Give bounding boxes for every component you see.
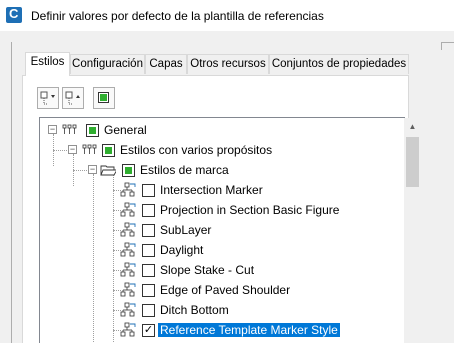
scroll-up-arrow-icon[interactable]: ▲ xyxy=(404,118,421,135)
tree-item-label: Projection in Section Basic Figure xyxy=(160,203,340,217)
item-checkbox[interactable] xyxy=(142,244,155,257)
collapse-icon[interactable]: − xyxy=(48,125,57,134)
partial-checkbox[interactable] xyxy=(86,124,99,137)
tree-item-label: Slope Stake - Cut xyxy=(160,263,255,277)
item-checkbox[interactable] xyxy=(142,184,155,197)
tree-node-estilos-marca[interactable]: − Estilos de marca xyxy=(40,160,404,180)
style-item-icon xyxy=(120,282,136,297)
tree-item-label: Reference Template Marker Style xyxy=(158,323,340,337)
tree-item-label: Ditch Bottom xyxy=(160,303,229,317)
scroll-thumb[interactable] xyxy=(406,137,419,187)
tree-item-label: Intersection Marker xyxy=(160,183,263,197)
tree-node-label: Estilos con varios propósitos xyxy=(120,143,273,157)
tree-item-row[interactable]: Projection in Section Basic Figure xyxy=(40,200,404,220)
item-checkbox[interactable] xyxy=(142,284,155,297)
tree-item-row[interactable]: Intersection Marker xyxy=(40,180,404,200)
open-folder-icon xyxy=(100,165,116,176)
tree-item-row[interactable]: Edge of Paved Shoulder xyxy=(40,280,404,300)
tab-estilos[interactable]: Estilos xyxy=(25,52,70,76)
collapse-icon[interactable]: − xyxy=(68,145,77,154)
style-item-icon xyxy=(120,302,136,317)
item-checkbox[interactable] xyxy=(142,304,155,317)
expand-all-icon xyxy=(40,91,55,105)
style-item-icon xyxy=(120,222,136,237)
collapse-icon[interactable]: − xyxy=(88,165,97,174)
tab-label: Estilos xyxy=(30,56,65,68)
collapse-all-button[interactable] xyxy=(62,87,84,109)
tab-label: Capas xyxy=(149,58,183,70)
item-checkbox[interactable]: ✓ xyxy=(142,324,155,337)
toggle-all-icon xyxy=(98,92,109,103)
tree-node-estilos-varios[interactable]: − Estilos con varios propósitos xyxy=(40,140,404,160)
tree-item-row[interactable]: Ditch Bottom xyxy=(40,300,404,320)
styles-tree[interactable]: − General − Estilos con varios propósito… xyxy=(39,117,405,343)
tab-conjuntos-propiedades[interactable]: Conjuntos de propiedades xyxy=(269,54,409,74)
tree-item-row[interactable]: ✓ Reference Template Marker Style xyxy=(40,320,404,340)
tree-node-label: General xyxy=(104,123,147,137)
tree-item-label: Daylight xyxy=(160,243,204,257)
tree-item-row[interactable]: Daylight xyxy=(40,240,404,260)
tree-item-label: Edge of Paved Shoulder xyxy=(160,283,291,297)
collapse-all-icon xyxy=(65,91,80,105)
item-checkbox[interactable] xyxy=(142,224,155,237)
tree-item-label: SubLayer xyxy=(160,223,212,237)
window-title: Definir valores por defecto de la planti… xyxy=(31,9,324,23)
item-checkbox[interactable] xyxy=(142,204,155,217)
tree-node-label: Estilos de marca xyxy=(140,163,229,177)
style-item-icon xyxy=(120,262,136,277)
group-border-right xyxy=(441,42,442,50)
style-tree-icon xyxy=(82,144,97,154)
tree-item-row[interactable]: Slope Stake - Cut xyxy=(40,260,404,280)
tab-label: Conjuntos de propiedades xyxy=(271,58,407,70)
partial-checkbox[interactable] xyxy=(102,144,115,157)
tab-label: Otros recursos xyxy=(190,58,266,70)
tree-scrollbar[interactable]: ▲ xyxy=(404,118,421,343)
group-border-top xyxy=(441,42,454,43)
tab-configuracion[interactable]: Configuración xyxy=(70,54,145,74)
tree-item-row[interactable]: SubLayer xyxy=(40,220,404,240)
partial-checkbox[interactable] xyxy=(122,164,135,177)
tab-otros-recursos[interactable]: Otros recursos xyxy=(187,54,269,74)
expand-all-button[interactable] xyxy=(37,87,59,109)
toggle-all-button[interactable] xyxy=(93,87,115,109)
style-item-icon xyxy=(120,242,136,257)
tab-label: Configuración xyxy=(72,58,143,70)
tab-capas[interactable]: Capas xyxy=(145,54,187,74)
item-checkbox[interactable] xyxy=(142,264,155,277)
style-item-icon xyxy=(120,202,136,217)
app-logo-icon: C xyxy=(6,6,22,23)
title-bar: C Definir valores por defecto de la plan… xyxy=(0,0,454,31)
style-item-icon xyxy=(120,182,136,197)
style-item-icon xyxy=(120,322,136,337)
style-tree-icon xyxy=(62,124,77,134)
tree-node-general[interactable]: − General xyxy=(40,120,404,140)
group-border-left xyxy=(11,42,12,343)
